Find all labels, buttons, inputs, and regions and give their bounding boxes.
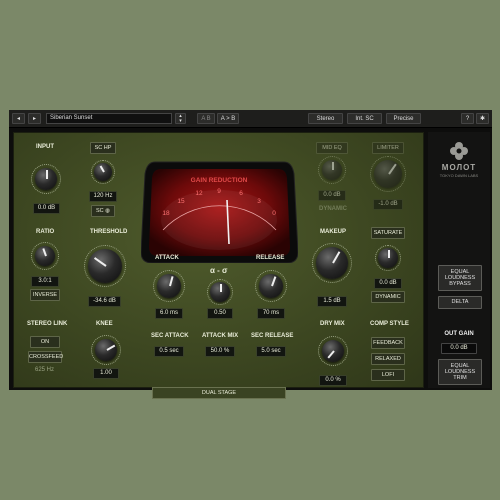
release-label: RELEASE (256, 255, 285, 261)
sc-hp-knob[interactable] (94, 163, 112, 181)
alpha-sigma-value[interactable]: 0.50 (207, 308, 233, 319)
threshold-knob[interactable] (88, 249, 122, 283)
alpha-sigma-label: α - σ (210, 266, 228, 275)
stereo-link-on-button[interactable]: ON (30, 336, 60, 348)
input-label: INPUT (36, 144, 54, 150)
knee-knob[interactable] (95, 339, 117, 361)
gear-icon: ✱ (479, 116, 486, 122)
threshold-label: THRESHOLD (90, 229, 128, 235)
comp-style-lofi[interactable]: LOFI (371, 369, 405, 381)
logo-icon (450, 142, 468, 160)
makeup-value[interactable]: 1.5 dB (317, 296, 347, 307)
equal-loudness-trim-button[interactable]: EQUAL LOUDNESS TRIM (438, 359, 482, 385)
meter-title: GAIN REDUCTION (191, 177, 248, 184)
preset-name: Siberian Sunset (50, 115, 93, 121)
brand-name: МОЛОТ (441, 163, 477, 172)
help-button[interactable]: ? (461, 113, 474, 124)
saturate-value[interactable]: 0.0 dB (374, 278, 402, 289)
limiter-knob[interactable] (374, 160, 402, 188)
sec-release-label: SEC RELEASE (251, 333, 294, 339)
release-value[interactable]: 70 ms (257, 308, 285, 319)
sec-attack-value[interactable]: 0.5 sec (154, 346, 184, 357)
back-button[interactable]: ◂ (12, 113, 25, 124)
saturate-button[interactable]: SATURATE (371, 227, 405, 239)
dry-mix-value[interactable]: 0.0 % (319, 375, 347, 386)
input-value[interactable]: 0.0 dB (33, 203, 60, 214)
release-knob[interactable] (259, 274, 283, 298)
output-sidebar: МОЛОТ TOKYO DAWN LABS EQUAL LOUDNESS BYP… (428, 132, 490, 388)
ab-toggle[interactable]: A B (197, 113, 215, 124)
attack-mix-label: ATTACK MIX (202, 333, 239, 339)
sc-hp-value[interactable]: 120 Hz (89, 191, 117, 202)
dual-stage-button[interactable]: DUAL STAGE (152, 387, 286, 399)
comp-style-feedback[interactable]: FEEDBACK (371, 337, 405, 349)
knee-label: KNEE (96, 321, 113, 327)
chevron-up-down-icon: ▴ ▾ (179, 113, 182, 124)
sc-hp-button[interactable]: SC HP (90, 142, 116, 154)
sidechain-mode-button[interactable]: Int. SC (347, 113, 382, 124)
crossfeed-frequency[interactable]: 625 Hz (35, 367, 54, 373)
settings-button[interactable]: ✱ (476, 113, 489, 124)
equal-loudness-bypass-button[interactable]: EQUAL LOUDNESS BYPASS (438, 265, 482, 291)
gain-reduction-meter: GAIN REDUCTION 18 15 12 9 6 3 0 (141, 161, 298, 263)
ratio-value[interactable]: 3.0:1 (31, 276, 59, 287)
arrow-left-icon: ◂ (16, 116, 20, 122)
mid-eq-mode[interactable]: DYNAMIC (319, 206, 347, 212)
main-panel: INPUT 0.0 dB SC HP 120 Hz SC ◍ RATIO 3.0… (13, 132, 424, 399)
arrow-right-icon: ▸ (32, 116, 36, 122)
limiter-value[interactable]: -1.0 dB (373, 199, 403, 210)
alpha-sigma-knob[interactable] (210, 282, 230, 302)
crossfeed-button[interactable]: CROSSFEED (28, 351, 63, 363)
sec-attack-label: SEC ATTACK (151, 333, 189, 339)
attack-knob[interactable] (157, 274, 181, 298)
limiter-button[interactable]: LIMITER (372, 142, 404, 154)
attack-value[interactable]: 6.0 ms (155, 308, 183, 319)
preset-selector[interactable]: Siberian Sunset (46, 113, 172, 124)
ab-copy-button[interactable]: A > B (217, 113, 239, 124)
ratio-knob[interactable] (35, 246, 55, 266)
saturate-knob[interactable] (378, 248, 398, 268)
comp-style-label: COMP STYLE (370, 321, 409, 327)
preset-up-down-button[interactable]: ▴ ▾ (175, 113, 186, 124)
attack-label: ATTACK (155, 255, 179, 261)
mid-eq-knob[interactable] (322, 160, 342, 180)
stereo-mode-button[interactable]: Stereo (308, 113, 343, 124)
delta-button[interactable]: DELTA (438, 296, 482, 309)
meter-glare (161, 190, 277, 250)
dry-mix-knob[interactable] (322, 340, 344, 362)
makeup-label: MAKEUP (320, 229, 347, 235)
precision-button[interactable]: Precise (386, 113, 421, 124)
ratio-label: RATIO (36, 229, 55, 235)
inverse-button[interactable]: INVERSE (30, 289, 60, 301)
forward-button[interactable]: ▸ (28, 113, 41, 124)
knee-value[interactable]: 1.00 (93, 368, 119, 379)
input-knob[interactable] (35, 168, 57, 190)
dry-mix-label: DRY MIX (320, 321, 345, 327)
toolbar: ◂ ▸ Siberian Sunset ▴ ▾ A B A > B Stereo … (9, 110, 492, 128)
makeup-knob[interactable] (316, 247, 348, 279)
sc-listen-button[interactable]: SC ◍ (91, 205, 115, 217)
mid-eq-button[interactable]: MID EQ (316, 142, 348, 154)
stereo-link-label: STEREO LINK (27, 321, 68, 327)
out-gain-label: OUT GAIN (444, 331, 474, 337)
threshold-value[interactable]: -34.6 dB (88, 296, 121, 307)
sec-release-value[interactable]: 5.0 sec (256, 346, 286, 357)
comp-style-relaxed[interactable]: RELAXED (371, 353, 405, 365)
attack-mix-value[interactable]: 50.0 % (205, 346, 235, 357)
out-gain-value[interactable]: 0.0 dB (441, 343, 477, 354)
brand-maker: TOKYO DAWN LABS (439, 173, 479, 178)
mid-eq-value[interactable]: 0.0 dB (318, 190, 346, 201)
plugin-window: ◂ ▸ Siberian Sunset ▴ ▾ A B A > B Stereo … (9, 110, 492, 399)
saturate-mode-button[interactable]: DYNAMIC (371, 291, 405, 303)
